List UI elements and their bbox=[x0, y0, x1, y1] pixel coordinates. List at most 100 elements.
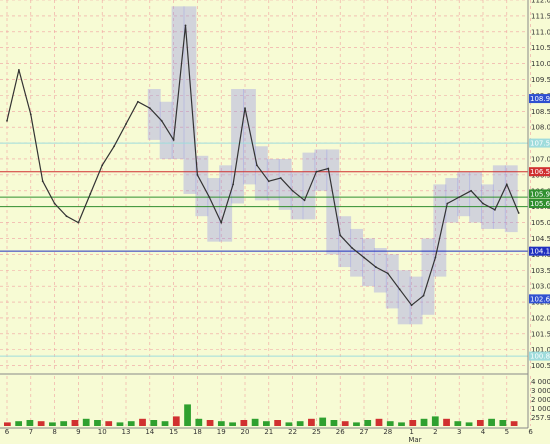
volume-bar bbox=[420, 418, 428, 426]
volume-bar bbox=[139, 418, 146, 426]
x-tick-label: 19 bbox=[217, 428, 226, 436]
volume-bar bbox=[4, 422, 11, 426]
x-tick-label: 3 bbox=[457, 428, 461, 436]
x-tick-label: 26 bbox=[336, 428, 345, 436]
price-point bbox=[303, 199, 306, 202]
volume-bar bbox=[386, 421, 394, 426]
profile-block bbox=[183, 6, 197, 194]
volume-bar bbox=[375, 418, 383, 426]
volume-bar bbox=[71, 420, 79, 426]
price-point bbox=[65, 215, 68, 218]
price-tag-label: 104.10 bbox=[530, 248, 550, 256]
price-point bbox=[386, 272, 389, 275]
profile-block bbox=[433, 184, 447, 277]
volume-axis-ticks: 4 0003 0002 0001 000257.95 bbox=[531, 378, 550, 422]
y-tick-label: 100.5 bbox=[531, 362, 550, 370]
profile-block bbox=[243, 89, 256, 185]
volume-bar bbox=[172, 416, 180, 426]
volume-bar bbox=[60, 421, 68, 426]
volume-bar bbox=[465, 422, 473, 426]
price-tag-label: 107.50 bbox=[530, 140, 550, 148]
x-tick-label: 28 bbox=[383, 428, 392, 436]
price-point bbox=[327, 167, 330, 170]
volume-bar bbox=[308, 418, 315, 426]
volume-bar bbox=[195, 418, 203, 426]
volume-bar bbox=[431, 416, 439, 426]
y-tick-label: 104.5 bbox=[531, 235, 550, 243]
x-tick-label: 8 bbox=[52, 428, 56, 436]
y-tick-label: 108.5 bbox=[531, 108, 550, 116]
volume-bar bbox=[274, 420, 282, 426]
volume-bar bbox=[263, 421, 270, 426]
price-point bbox=[291, 189, 294, 192]
volume-bar bbox=[443, 418, 450, 426]
x-tick-label: 15 bbox=[169, 428, 178, 436]
profile-block bbox=[373, 248, 387, 293]
price-point bbox=[351, 247, 353, 249]
profile-block bbox=[350, 228, 363, 277]
x-tick-label: 1 bbox=[409, 428, 413, 436]
x-axis-ticks: 6789101314151819202122252627281234567 bbox=[5, 428, 534, 436]
price-tag-label: 105.60 bbox=[530, 200, 550, 208]
volume-bar bbox=[251, 418, 259, 426]
volume-bar bbox=[409, 420, 417, 426]
price-tag-label: 102.60 bbox=[530, 295, 550, 303]
price-point bbox=[41, 180, 44, 183]
y-tick-label: 101.5 bbox=[531, 330, 550, 338]
price-point bbox=[339, 234, 342, 237]
price-point bbox=[160, 119, 163, 122]
profile-block bbox=[207, 178, 221, 242]
price-point bbox=[279, 177, 282, 179]
x-tick-label: 7 bbox=[29, 428, 33, 436]
x-tick-label: 13 bbox=[122, 428, 131, 436]
volume-bar bbox=[296, 421, 304, 426]
x-tick-label: 25 bbox=[312, 428, 321, 436]
volume-bar bbox=[105, 421, 113, 426]
price-point bbox=[148, 107, 151, 110]
profile-block bbox=[326, 149, 340, 255]
volume-bar bbox=[353, 422, 360, 426]
profile-block bbox=[445, 178, 459, 223]
profile-block bbox=[147, 89, 161, 140]
y-tick-label: 109.5 bbox=[531, 76, 550, 84]
volume-bar bbox=[285, 422, 293, 426]
price-point bbox=[137, 100, 139, 103]
x-tick-label: 27 bbox=[360, 428, 369, 436]
price-point bbox=[29, 113, 32, 116]
volume-bar bbox=[49, 422, 56, 426]
y-tick-label: 108.0 bbox=[531, 124, 550, 132]
volume-bar bbox=[454, 421, 462, 426]
profile-block bbox=[504, 165, 518, 233]
y-tick-label: 110.5 bbox=[531, 44, 550, 52]
profile-block bbox=[457, 171, 471, 217]
y-tick-label: 102.0 bbox=[531, 314, 550, 322]
price-tag-label: 108.90 bbox=[530, 95, 550, 103]
volume-tick-label: 1 000 bbox=[531, 405, 550, 413]
x-tick-label: 4 bbox=[481, 428, 486, 436]
volume-bar bbox=[206, 420, 214, 426]
volume-bar bbox=[94, 420, 101, 426]
price-point bbox=[244, 107, 246, 110]
volume-bar bbox=[37, 421, 45, 426]
volume-bar bbox=[319, 417, 327, 426]
price-point bbox=[89, 193, 92, 195]
x-tick-label: 6 bbox=[5, 428, 10, 436]
x-tick-label: 2 bbox=[433, 428, 437, 436]
y-tick-label: 107.0 bbox=[531, 155, 550, 163]
x-month-label: Mar bbox=[408, 436, 421, 444]
volume-bar bbox=[26, 420, 34, 426]
x-tick-label: 22 bbox=[288, 428, 297, 436]
price-point bbox=[458, 196, 461, 199]
price-point bbox=[184, 24, 187, 27]
price-point bbox=[410, 304, 413, 307]
y-tick-label: 105.0 bbox=[531, 219, 550, 227]
profile-block bbox=[362, 238, 375, 287]
price-point bbox=[482, 202, 484, 205]
price-point bbox=[517, 212, 520, 214]
price-point bbox=[422, 294, 425, 297]
y-tick-label: 111.0 bbox=[531, 28, 550, 36]
profile-block bbox=[421, 238, 435, 315]
volume-bar bbox=[184, 404, 191, 426]
profile-block bbox=[302, 152, 316, 220]
profile-block bbox=[338, 216, 352, 268]
